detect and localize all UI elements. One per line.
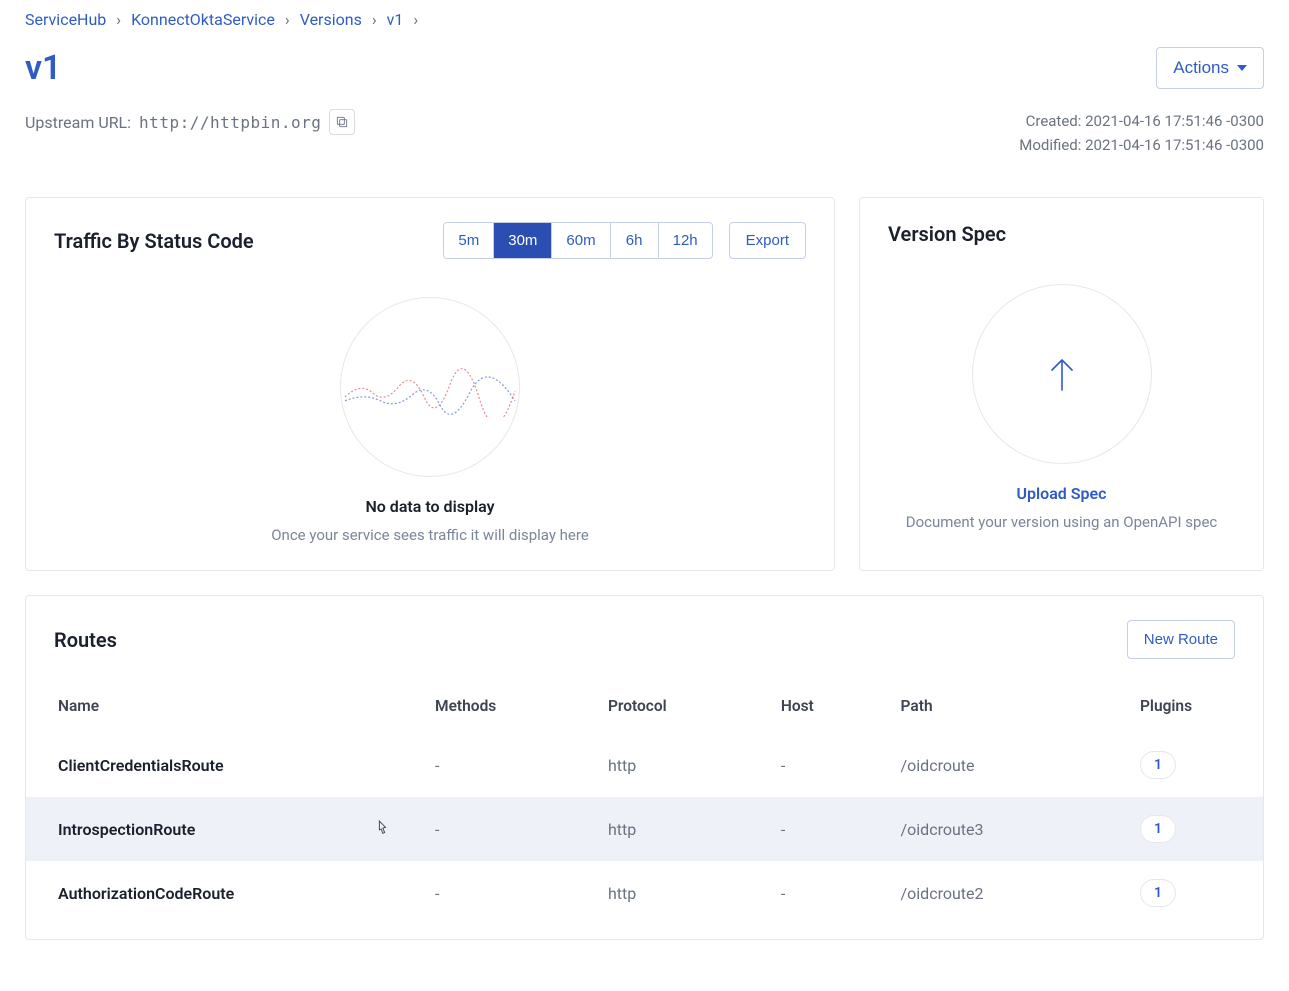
route-host-cell: - bbox=[771, 861, 891, 925]
route-protocol-cell: http bbox=[598, 797, 771, 861]
plugin-count-badge[interactable]: 1 bbox=[1140, 815, 1176, 843]
breadcrumb-link[interactable]: ServiceHub bbox=[25, 10, 106, 29]
page-title: v1 bbox=[25, 48, 61, 88]
table-row[interactable]: ClientCredentialsRoute-http-/oidcroute1 bbox=[26, 733, 1263, 797]
time-range-option[interactable]: 30m bbox=[494, 223, 552, 258]
route-plugins-cell: 1 bbox=[1130, 797, 1263, 861]
plugin-count-badge[interactable]: 1 bbox=[1140, 879, 1176, 907]
upload-icon-circle[interactable] bbox=[972, 284, 1152, 464]
copy-icon bbox=[335, 115, 349, 129]
breadcrumb-link[interactable]: v1 bbox=[387, 10, 404, 29]
routes-card: Routes New Route Name Methods Protocol H… bbox=[25, 595, 1264, 940]
chevron-down-icon bbox=[1237, 65, 1247, 71]
breadcrumb-sep-icon: › bbox=[372, 10, 377, 29]
new-route-button[interactable]: New Route bbox=[1127, 620, 1235, 659]
actions-button[interactable]: Actions bbox=[1156, 47, 1264, 89]
route-plugins-cell: 1 bbox=[1130, 733, 1263, 797]
route-path-cell: /oidcroute2 bbox=[891, 861, 1130, 925]
version-spec-card: Version Spec Upload Spec Document your v… bbox=[859, 197, 1264, 571]
time-range-option[interactable]: 5m bbox=[444, 223, 494, 258]
route-plugins-cell: 1 bbox=[1130, 861, 1263, 925]
traffic-placeholder-icon bbox=[340, 297, 520, 477]
route-path-cell: /oidcroute bbox=[891, 733, 1130, 797]
plugin-count-badge[interactable]: 1 bbox=[1140, 751, 1176, 779]
route-host-cell: - bbox=[771, 797, 891, 861]
time-range-option[interactable]: 60m bbox=[552, 223, 610, 258]
route-name-cell: IntrospectionRoute bbox=[26, 797, 425, 861]
upstream-url-label: Upstream URL: bbox=[25, 113, 131, 132]
version-spec-title: Version Spec bbox=[888, 222, 1006, 246]
route-protocol-cell: http bbox=[598, 733, 771, 797]
export-button[interactable]: Export bbox=[729, 222, 806, 259]
route-path-cell: /oidcroute3 bbox=[891, 797, 1130, 861]
pointer-cursor-icon bbox=[375, 820, 389, 838]
actions-button-label: Actions bbox=[1173, 58, 1229, 78]
traffic-card: Traffic By Status Code 5m30m60m6h12h Exp… bbox=[25, 197, 835, 571]
col-plugins: Plugins bbox=[1130, 679, 1263, 733]
timestamps: Created: 2021-04-16 17:51:46 -0300 Modif… bbox=[1019, 109, 1264, 157]
time-range-option[interactable]: 12h bbox=[659, 223, 712, 258]
upload-arrow-icon bbox=[1047, 356, 1077, 392]
version-spec-sub: Document your version using an OpenAPI s… bbox=[906, 513, 1218, 531]
route-host-cell: - bbox=[771, 733, 891, 797]
route-methods-cell: - bbox=[425, 797, 598, 861]
table-row[interactable]: IntrospectionRoute-http-/oidcroute31 bbox=[26, 797, 1263, 861]
breadcrumb-sep-icon: › bbox=[116, 10, 121, 29]
routes-title: Routes bbox=[54, 628, 117, 652]
modified-timestamp: Modified: 2021-04-16 17:51:46 -0300 bbox=[1019, 133, 1264, 157]
col-path: Path bbox=[891, 679, 1130, 733]
route-name-cell: ClientCredentialsRoute bbox=[26, 733, 425, 797]
table-row[interactable]: AuthorizationCodeRoute-http-/oidcroute21 bbox=[26, 861, 1263, 925]
breadcrumb-sep-icon: › bbox=[285, 10, 290, 29]
time-range-option[interactable]: 6h bbox=[611, 223, 659, 258]
traffic-empty-title: No data to display bbox=[365, 497, 494, 516]
route-protocol-cell: http bbox=[598, 861, 771, 925]
col-name: Name bbox=[26, 679, 425, 733]
route-methods-cell: - bbox=[425, 861, 598, 925]
upload-spec-link[interactable]: Upload Spec bbox=[1016, 484, 1106, 503]
breadcrumb: ServiceHub › KonnectOktaService › Versions… bbox=[25, 10, 1264, 29]
breadcrumb-link[interactable]: Versions bbox=[300, 10, 362, 29]
col-methods: Methods bbox=[425, 679, 598, 733]
upstream-url-value: http://httpbin.org bbox=[139, 113, 321, 132]
time-range-selector: 5m30m60m6h12h bbox=[443, 222, 712, 259]
route-name-cell: AuthorizationCodeRoute bbox=[26, 861, 425, 925]
route-methods-cell: - bbox=[425, 733, 598, 797]
traffic-empty-sub: Once your service sees traffic it will d… bbox=[271, 526, 589, 544]
breadcrumb-link[interactable]: KonnectOktaService bbox=[131, 10, 275, 29]
upstream-url: Upstream URL: http://httpbin.org bbox=[25, 109, 355, 135]
traffic-card-title: Traffic By Status Code bbox=[54, 229, 254, 253]
created-timestamp: Created: 2021-04-16 17:51:46 -0300 bbox=[1019, 109, 1264, 133]
copy-button[interactable] bbox=[329, 109, 355, 135]
routes-table: Name Methods Protocol Host Path Plugins … bbox=[26, 679, 1263, 925]
breadcrumb-sep-icon: › bbox=[413, 10, 418, 29]
col-protocol: Protocol bbox=[598, 679, 771, 733]
col-host: Host bbox=[771, 679, 891, 733]
